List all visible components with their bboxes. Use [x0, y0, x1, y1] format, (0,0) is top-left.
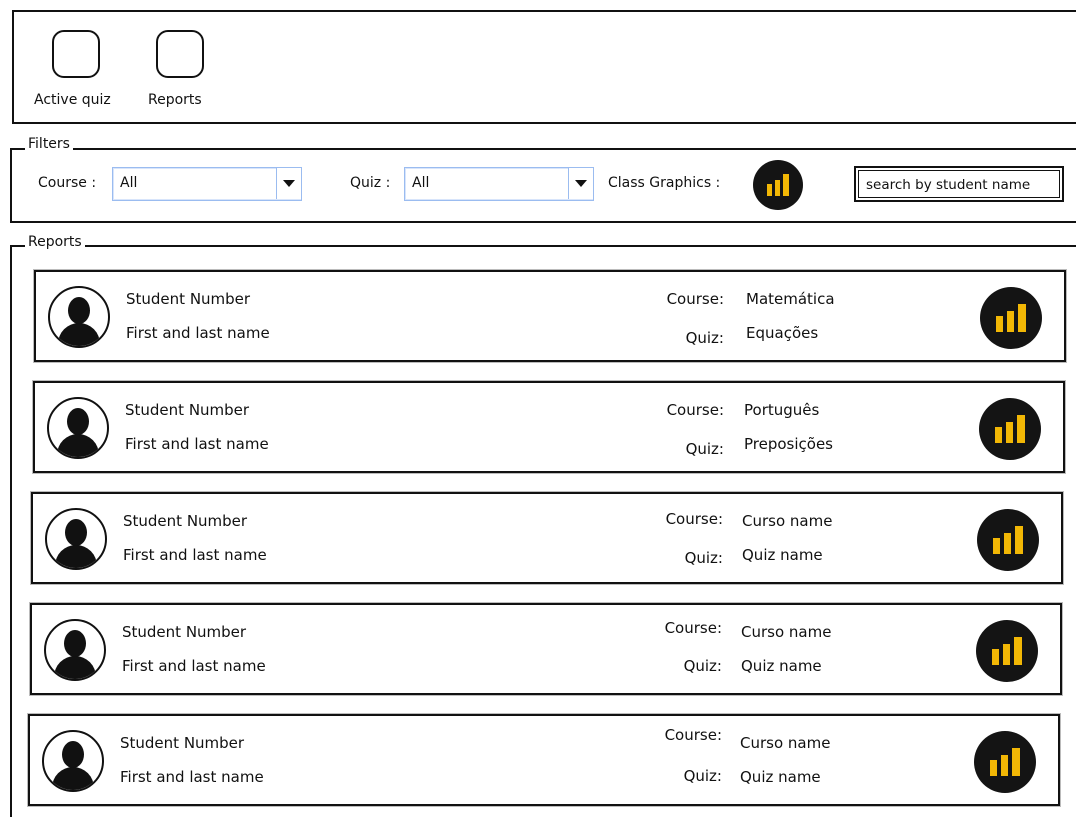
- quiz-value: Equações: [746, 324, 819, 342]
- course-value: Curso name: [740, 734, 831, 752]
- course-label: Course:: [664, 726, 722, 744]
- report-card[interactable]: Student Number First and last name Cours…: [31, 492, 1063, 584]
- student-number: Student Number: [126, 290, 251, 308]
- user-silhouette-icon: [42, 730, 104, 792]
- reports-border: [10, 245, 12, 817]
- quiz-label: Quiz:: [683, 767, 722, 785]
- report-card[interactable]: Student Number First and last name Cours…: [34, 270, 1066, 362]
- reports-label: Reports: [148, 92, 202, 108]
- quiz-label: Quiz:: [683, 657, 722, 675]
- active-quiz-label: Active quiz: [34, 92, 111, 108]
- student-graphics-button[interactable]: [977, 509, 1039, 571]
- reports-legend: Reports: [25, 234, 85, 250]
- active-quiz-button[interactable]: Active quiz: [34, 30, 124, 112]
- quiz-select-value: All: [412, 175, 430, 191]
- student-number: Student Number: [123, 512, 248, 530]
- student-graphics-button[interactable]: [980, 287, 1042, 349]
- course-label: Course:: [666, 401, 724, 419]
- report-card[interactable]: Student Number First and last name Cours…: [33, 381, 1065, 473]
- course-value: Português: [744, 401, 820, 419]
- quiz-value: Quiz name: [740, 768, 821, 786]
- course-label: Course:: [666, 290, 724, 308]
- quiz-label: Quiz:: [684, 549, 723, 567]
- course-filter-label: Course :: [38, 175, 97, 191]
- chevron-down-icon[interactable]: [276, 168, 301, 199]
- quiz-label: Quiz:: [685, 440, 724, 458]
- bar-chart-icon: [995, 415, 1025, 443]
- reports-divider: [10, 245, 1076, 247]
- filters-legend: Filters: [25, 136, 73, 152]
- report-card[interactable]: Student Number First and last name Cours…: [28, 714, 1060, 806]
- student-graphics-button[interactable]: [979, 398, 1041, 460]
- quiz-filter-label: Quiz :: [350, 175, 391, 191]
- user-silhouette-icon: [48, 286, 110, 348]
- course-value: Matemática: [746, 290, 835, 308]
- student-number: Student Number: [120, 734, 245, 752]
- student-graphics-button[interactable]: [976, 620, 1038, 682]
- bar-chart-icon: [996, 304, 1026, 332]
- active-quiz-icon: [52, 30, 100, 78]
- student-graphics-button[interactable]: [974, 731, 1036, 793]
- student-name: First and last name: [122, 657, 266, 675]
- student-name: First and last name: [126, 324, 270, 342]
- quiz-select[interactable]: All: [404, 167, 594, 201]
- quiz-value: Quiz name: [741, 657, 822, 675]
- course-select-value: All: [120, 175, 138, 191]
- quiz-value: Quiz name: [742, 546, 823, 564]
- student-number: Student Number: [122, 623, 247, 641]
- bar-chart-icon: [990, 748, 1020, 776]
- course-label: Course:: [665, 510, 723, 528]
- reports-icon: [156, 30, 204, 78]
- course-value: Curso name: [742, 512, 833, 530]
- reports-button[interactable]: Reports: [148, 30, 218, 112]
- student-name: First and last name: [125, 435, 269, 453]
- student-search-input[interactable]: search by student name: [854, 166, 1064, 202]
- class-graphics-button[interactable]: [753, 160, 803, 210]
- student-name: First and last name: [123, 546, 267, 564]
- course-label: Course:: [664, 619, 722, 637]
- quiz-label: Quiz:: [685, 329, 724, 347]
- course-select[interactable]: All: [112, 167, 302, 201]
- bar-chart-icon: [767, 174, 789, 196]
- course-value: Curso name: [741, 623, 832, 641]
- student-number: Student Number: [125, 401, 250, 419]
- chevron-down-icon[interactable]: [568, 168, 593, 199]
- bar-chart-icon: [992, 637, 1022, 665]
- quiz-value: Preposições: [744, 435, 833, 453]
- user-silhouette-icon: [47, 397, 109, 459]
- class-graphics-label: Class Graphics :: [608, 175, 721, 191]
- report-card[interactable]: Student Number First and last name Cours…: [30, 603, 1062, 695]
- student-name: First and last name: [120, 768, 264, 786]
- bar-chart-icon: [993, 526, 1023, 554]
- user-silhouette-icon: [45, 508, 107, 570]
- user-silhouette-icon: [44, 619, 106, 681]
